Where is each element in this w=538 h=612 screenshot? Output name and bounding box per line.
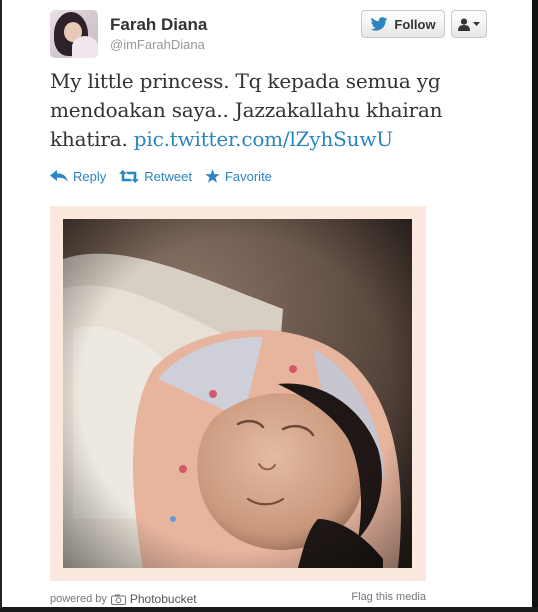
tweet-actions: Reply Retweet Favorite xyxy=(50,166,285,186)
retweet-label: Retweet xyxy=(144,168,192,184)
avatar-baby xyxy=(72,36,98,58)
reply-arrow-icon xyxy=(50,170,68,182)
favorite-action[interactable]: Favorite xyxy=(205,169,272,184)
flag-media-link[interactable]: Flag this media xyxy=(351,591,426,603)
favorite-label: Favorite xyxy=(224,168,272,184)
media-attribution: powered by Photobucket xyxy=(50,591,197,607)
user-handle[interactable]: @imFarahDiana xyxy=(110,37,205,52)
camera-icon xyxy=(110,594,126,605)
retweet-action[interactable]: Retweet xyxy=(119,169,192,184)
reply-label: Reply xyxy=(73,168,107,184)
window-bottom-edge xyxy=(0,607,538,612)
follow-button[interactable]: Follow xyxy=(361,10,445,38)
user-avatar[interactable] xyxy=(50,10,98,58)
follow-button-label: Follow xyxy=(394,16,436,32)
tweet-photo[interactable] xyxy=(63,219,412,568)
user-name[interactable]: Farah Diana xyxy=(110,15,207,35)
tweet-media-link[interactable]: pic.twitter.com/lZyhSuwU xyxy=(134,127,393,151)
tweet-text: My little princess. Tq kepada semua yg m… xyxy=(50,67,490,154)
twitter-bird-icon xyxy=(371,17,388,31)
caret-down-icon xyxy=(473,22,480,26)
user-silhouette-icon xyxy=(458,18,470,31)
star-icon xyxy=(205,169,220,183)
retweet-icon xyxy=(119,169,140,183)
user-actions-menu-button[interactable] xyxy=(451,10,487,38)
media-provider-name[interactable]: Photobucket xyxy=(130,592,197,606)
window-left-edge xyxy=(0,0,2,612)
reply-action[interactable]: Reply xyxy=(50,169,106,184)
baby-photo-image xyxy=(63,219,412,568)
media-frame xyxy=(50,206,426,581)
window-right-edge xyxy=(532,0,538,612)
powered-by-label: powered by xyxy=(50,593,107,605)
